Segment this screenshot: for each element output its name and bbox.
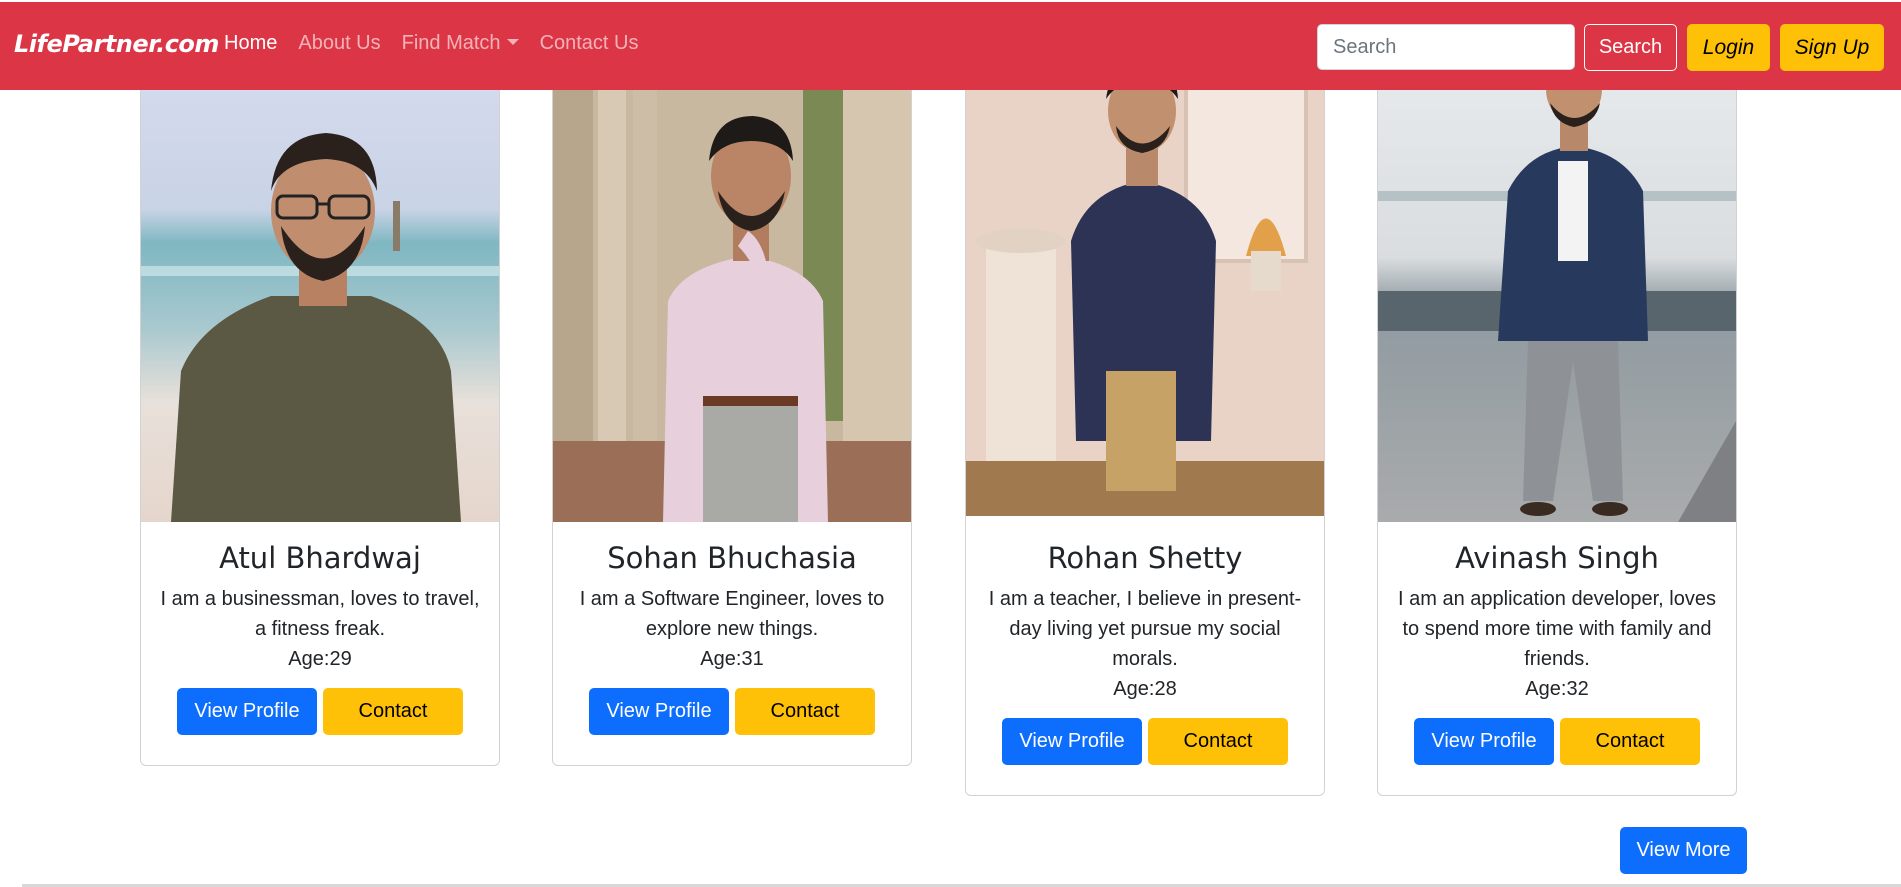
profile-name: Atul Bhardwaj <box>219 541 421 575</box>
profile-age: Age:29 <box>288 648 352 670</box>
contact-button[interactable]: Contact <box>735 688 875 735</box>
profile-card: Atul Bhardwaj I am a businessman, loves … <box>140 40 500 766</box>
profile-name: Sohan Bhuchasia <box>607 541 857 575</box>
nav-link-find-match[interactable]: Find Match <box>402 32 519 55</box>
profile-photo <box>553 41 911 522</box>
profile-card: Avinash Singh I am an application develo… <box>1377 40 1737 796</box>
view-profile-button[interactable]: View Profile <box>1002 718 1142 765</box>
card-actions: View Profile Contact <box>966 718 1324 765</box>
contact-button[interactable]: Contact <box>1560 718 1700 765</box>
profile-photo <box>1378 41 1736 522</box>
nav-link-home[interactable]: Home <box>224 32 277 55</box>
card-body: Avinash Singh I am an application develo… <box>1378 538 1736 765</box>
card-body: Rohan Shetty I am a teacher, I believe i… <box>966 538 1324 765</box>
card-actions: View Profile Contact <box>1378 718 1736 765</box>
search-input[interactable] <box>1317 24 1575 70</box>
brand-logo[interactable]: LifePartner.com <box>14 30 219 58</box>
card-body: Sohan Bhuchasia I am a Software Engineer… <box>553 538 911 735</box>
profile-age: Age:31 <box>700 648 764 670</box>
card-actions: View Profile Contact <box>553 688 911 735</box>
profile-bio: I am a Software Engineer, loves to explo… <box>579 588 885 640</box>
view-more-button[interactable]: View More <box>1620 827 1747 874</box>
nav-link-about-us[interactable]: About Us <box>298 32 380 55</box>
view-profile-button[interactable]: View Profile <box>589 688 729 735</box>
profile-card: Rohan Shetty I am a teacher, I believe i… <box>965 40 1325 796</box>
view-profile-button[interactable]: View Profile <box>177 688 317 735</box>
card-body: Atul Bhardwaj I am a businessman, loves … <box>141 538 499 735</box>
profile-photo <box>141 41 499 522</box>
profile-photo <box>966 41 1324 516</box>
chevron-down-icon <box>506 39 519 45</box>
signup-button[interactable]: Sign Up <box>1780 24 1884 71</box>
profile-card: Sohan Bhuchasia I am a Software Engineer… <box>552 40 912 766</box>
search-button[interactable]: Search <box>1584 24 1677 71</box>
view-profile-button[interactable]: View Profile <box>1414 718 1554 765</box>
nav-links: Home About Us Find Match Contact Us <box>224 32 660 55</box>
login-button[interactable]: Login <box>1687 24 1770 71</box>
profile-age: Age:32 <box>1525 678 1589 700</box>
contact-button[interactable]: Contact <box>1148 718 1288 765</box>
contact-button[interactable]: Contact <box>323 688 463 735</box>
nav-link-contact-us[interactable]: Contact Us <box>540 32 639 55</box>
card-actions: View Profile Contact <box>141 688 499 735</box>
top-navbar: LifePartner.com Home About Us Find Match… <box>0 2 1901 90</box>
profile-name: Rohan Shetty <box>1047 541 1243 575</box>
profile-bio: I am an application developer, loves to … <box>1398 588 1716 670</box>
profile-age: Age:28 <box>1113 678 1177 700</box>
profile-name: Avinash Singh <box>1455 541 1659 575</box>
profile-bio: I am a teacher, I believe in present-day… <box>988 588 1302 670</box>
nav-link-find-match-label: Find Match <box>401 32 501 54</box>
profile-bio: I am a businessman, loves to travel, a f… <box>160 588 480 640</box>
